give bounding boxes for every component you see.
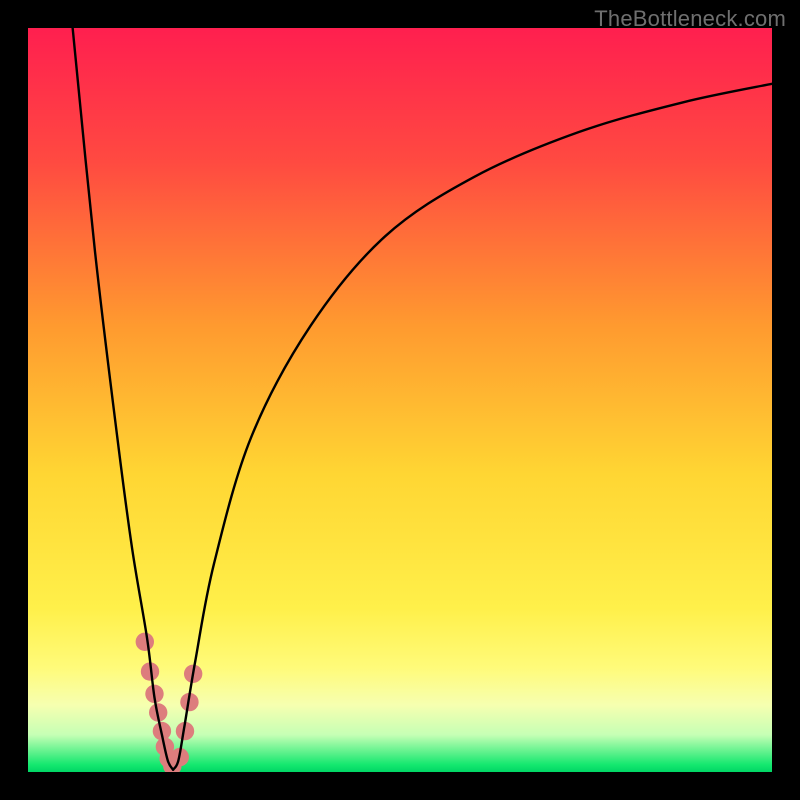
plot-area [28,28,772,772]
left-branch-line [73,28,173,770]
chart-frame: TheBottleneck.com [0,0,800,800]
highlight-dots [136,633,203,772]
curve-layer [28,28,772,772]
highlight-dot [136,633,154,651]
right-branch-line [173,84,772,770]
